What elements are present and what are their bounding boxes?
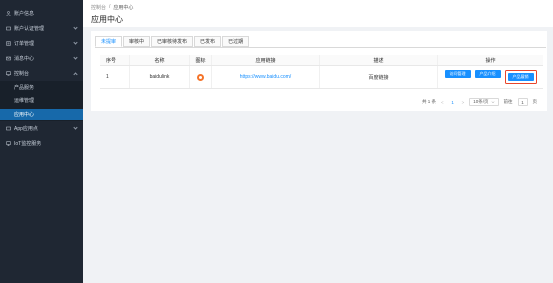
sidebar-item-label: 控制台 bbox=[14, 71, 30, 77]
page-title: 应用中心 bbox=[91, 15, 123, 24]
column-header-name: 名称 bbox=[130, 55, 190, 65]
product-showcase-button[interactable]: 产品展销 bbox=[507, 73, 534, 81]
sidebar-item-label: 账户信息 bbox=[14, 11, 35, 17]
page-size-select[interactable]: 10条/页 bbox=[469, 98, 499, 106]
column-header-actions: 操作 bbox=[485, 57, 496, 64]
sidebar-item-label: 应用中心 bbox=[14, 112, 35, 118]
tab-pending-submit[interactable]: 未提审 bbox=[95, 36, 123, 47]
chevron-down-icon bbox=[491, 101, 494, 104]
table-row: 1 baidulink https://www.baidu.com/ 百度链接 … bbox=[100, 66, 543, 89]
table-header: 序号 名称 图标 应用链接 描述 操作 bbox=[100, 55, 543, 66]
sidebar-item-label: 消息中心 bbox=[14, 56, 35, 62]
access-manage-button[interactable]: 访问管理 bbox=[444, 70, 471, 78]
breadcrumb-console[interactable]: 控制台 bbox=[91, 4, 106, 11]
column-header-link: 应用链接 bbox=[212, 55, 320, 65]
page-number-current[interactable]: 1 bbox=[449, 98, 457, 106]
sidebar-item-ops-management[interactable]: 运维管理 bbox=[0, 95, 83, 106]
sidebar-item-label: 产品服务 bbox=[14, 85, 35, 91]
chevron-up-icon bbox=[73, 72, 78, 77]
id-card-icon bbox=[6, 26, 11, 31]
tab-under-review[interactable]: 审核中 bbox=[123, 36, 151, 47]
cell-actions: 访问管理 产品介绍 产品展销 bbox=[438, 66, 543, 88]
chevron-down-icon bbox=[73, 55, 78, 60]
page-size-value: 10条/页 bbox=[473, 99, 489, 104]
tab-approved-unpublished[interactable]: 已审核待发布 bbox=[151, 36, 194, 47]
sidebar-item-app-center[interactable]: 应用中心 bbox=[0, 109, 83, 120]
pagination-total: 共 1 条 bbox=[421, 99, 436, 104]
sidebar-item-iot-monitor[interactable]: IoT监控服务 bbox=[0, 137, 83, 150]
sidebar-item-label: App应用点 bbox=[14, 126, 38, 132]
sidebar-item-account-info[interactable]: 账户信息 bbox=[0, 7, 83, 20]
content-card: 未提审 审核中 已审核待发布 已发布 已过期 序号 名称 图标 应用链接 描述 … bbox=[91, 31, 547, 111]
tabs-divider bbox=[95, 47, 546, 48]
breadcrumb-current: 应用中心 bbox=[113, 5, 134, 11]
status-tabs: 未提审 审核中 已审核待发布 已发布 已过期 bbox=[95, 36, 250, 47]
sidebar-item-label: 账户认证管理 bbox=[14, 26, 45, 32]
breadcrumb: 控制台 / 应用中心 bbox=[91, 4, 133, 11]
sidebar-item-messages[interactable]: 消息中心 bbox=[0, 52, 83, 65]
order-icon bbox=[6, 41, 11, 46]
sidebar-item-app-points[interactable]: App应用点 bbox=[0, 122, 83, 135]
app-icon bbox=[6, 126, 11, 131]
sidebar-item-orders[interactable]: 订单管理 bbox=[0, 37, 83, 50]
column-header-desc: 描述 bbox=[320, 55, 438, 65]
product-intro-button[interactable]: 产品介绍 bbox=[474, 70, 501, 78]
cell-index: 1 bbox=[100, 66, 130, 88]
user-icon bbox=[6, 11, 11, 16]
row-actions: 访问管理 产品介绍 产品展销 bbox=[444, 70, 537, 84]
chevron-down-icon bbox=[73, 125, 78, 130]
sidebar-item-console[interactable]: 控制台 bbox=[0, 67, 83, 80]
tab-published[interactable]: 已发布 bbox=[194, 36, 222, 47]
cell-name: baidulink bbox=[130, 66, 190, 88]
page-header: 控制台 / 应用中心 应用中心 bbox=[83, 0, 553, 27]
app-logo-icon bbox=[197, 73, 204, 81]
sidebar-item-label: IoT监控服务 bbox=[14, 141, 42, 147]
sidebar: 账户信息 账户认证管理 订单管理 消息中心 控制台 产品服务 运维管理 应用中心… bbox=[0, 0, 83, 283]
sidebar-item-label: 运维管理 bbox=[14, 98, 35, 104]
breadcrumb-separator: / bbox=[109, 4, 111, 10]
chevron-down-icon bbox=[73, 25, 78, 30]
column-header-icon: 图标 bbox=[190, 55, 212, 65]
goto-suffix: 页 bbox=[532, 99, 538, 104]
tab-expired[interactable]: 已过期 bbox=[222, 36, 250, 47]
next-page-button[interactable]: > bbox=[462, 100, 465, 105]
sidebar-item-product-service[interactable]: 产品服务 bbox=[0, 82, 83, 93]
main-area: 控制台 / 应用中心 应用中心 未提审 审核中 已审核待发布 已发布 已过期 序… bbox=[83, 0, 553, 283]
goto-label: 前往 bbox=[503, 99, 513, 104]
pagination: 共 1 条 < 1 > 10条/页 前往 1 页 bbox=[422, 98, 537, 106]
message-icon bbox=[6, 56, 11, 61]
chevron-down-icon bbox=[73, 40, 78, 45]
column-header-index: 序号 bbox=[100, 55, 130, 65]
highlight-box: 产品展销 bbox=[504, 70, 537, 84]
monitor-icon bbox=[6, 141, 11, 146]
app-link[interactable]: https://www.baidu.com/ bbox=[240, 74, 291, 80]
goto-page-input[interactable]: 1 bbox=[517, 98, 528, 106]
cell-link: https://www.baidu.com/ bbox=[212, 66, 320, 88]
cell-desc: 百度链接 bbox=[320, 66, 438, 88]
sidebar-item-label: 订单管理 bbox=[14, 41, 35, 47]
sidebar-item-account-auth[interactable]: 账户认证管理 bbox=[0, 22, 83, 35]
prev-page-button[interactable]: < bbox=[441, 100, 444, 105]
console-icon bbox=[6, 71, 11, 76]
cell-icon bbox=[190, 66, 212, 88]
